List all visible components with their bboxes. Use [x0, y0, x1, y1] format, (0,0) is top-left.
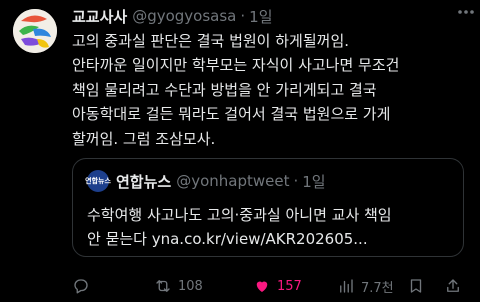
more-dots-icon[interactable]	[456, 2, 476, 26]
timestamp[interactable]: 1일	[249, 6, 272, 27]
like-button[interactable]: 157	[253, 274, 302, 298]
tweet-text-line: 할꺼임. 그럼 조삼모사.	[72, 129, 216, 148]
quoted-avatar-logo-text: 연합뉴스	[85, 177, 111, 185]
quoted-display-name[interactable]: 연합뉴스	[116, 171, 171, 192]
share-icon	[447, 279, 459, 292]
quoted-text-line: 수학여행 사고나도 고의·중과실 아니면 교사 책임	[87, 206, 392, 224]
tweet-text-line: 아동학대로 걸든 뭐라도 걸어서 결국 법원으로 가게	[72, 105, 391, 124]
bookmark-button[interactable]	[407, 274, 431, 298]
views-chart-icon	[340, 279, 353, 293]
action-bar: 108 157 7.7천	[72, 274, 472, 298]
separator-dot: ·	[293, 172, 299, 190]
like-count: 157	[277, 278, 302, 294]
quoted-tweet[interactable]: 연합뉴스 연합뉴스 @yonhaptweet · 1일 수학여행 사고나도 고의…	[72, 158, 464, 257]
views-button[interactable]: 7.7천	[337, 274, 394, 298]
quoted-tweet-text: 수학여행 사고나도 고의·중과실 아니면 교사 책임 안 묻는다 yna.co.…	[87, 203, 457, 252]
reply-icon	[74, 279, 88, 294]
bookmark-icon	[410, 279, 422, 293]
quoted-user-handle[interactable]: @yonhaptweet	[176, 172, 289, 190]
retweet-count: 108	[178, 278, 203, 294]
views-count: 7.7천	[361, 280, 394, 296]
separator-dot: ·	[240, 7, 246, 25]
display-name[interactable]: 교교사사	[72, 6, 127, 27]
quoted-tweet-header: 연합뉴스 연합뉴스 @yonhaptweet · 1일	[85, 170, 326, 192]
tweet-text: 고의 중과실 판단은 결국 법원이 하게될꺼임. 안타까운 일이지만 학부모는 …	[72, 29, 472, 151]
reply-button[interactable]	[72, 274, 96, 298]
tweet-text-line: 고의 중과실 판단은 결국 법원이 하게될꺼임.	[72, 32, 350, 50]
quoted-avatar[interactable]: 연합뉴스	[85, 170, 111, 192]
quoted-timestamp[interactable]: 1일	[302, 171, 325, 192]
heart-filled-icon	[256, 281, 268, 292]
avatar[interactable]	[13, 9, 57, 53]
quoted-text-line: 안 묻는다 yna.co.kr/view/AKR202605...	[87, 230, 368, 249]
tweet-header: 교교사사 @gyogyosasa · 1일	[72, 5, 468, 27]
retweet-icon	[156, 280, 170, 292]
avatar-image	[13, 9, 57, 53]
tweet-text-line: 안타까운 일이지만 학부모는 자식이 사고나면 무조건	[72, 56, 400, 75]
tweet-text-line: 책임 물리려고 수단과 방법을 안 가리게되고 결국	[72, 80, 377, 99]
user-handle[interactable]: @gyogyosasa	[132, 7, 236, 25]
retweet-button[interactable]: 108	[154, 274, 203, 298]
share-button[interactable]	[444, 274, 468, 298]
